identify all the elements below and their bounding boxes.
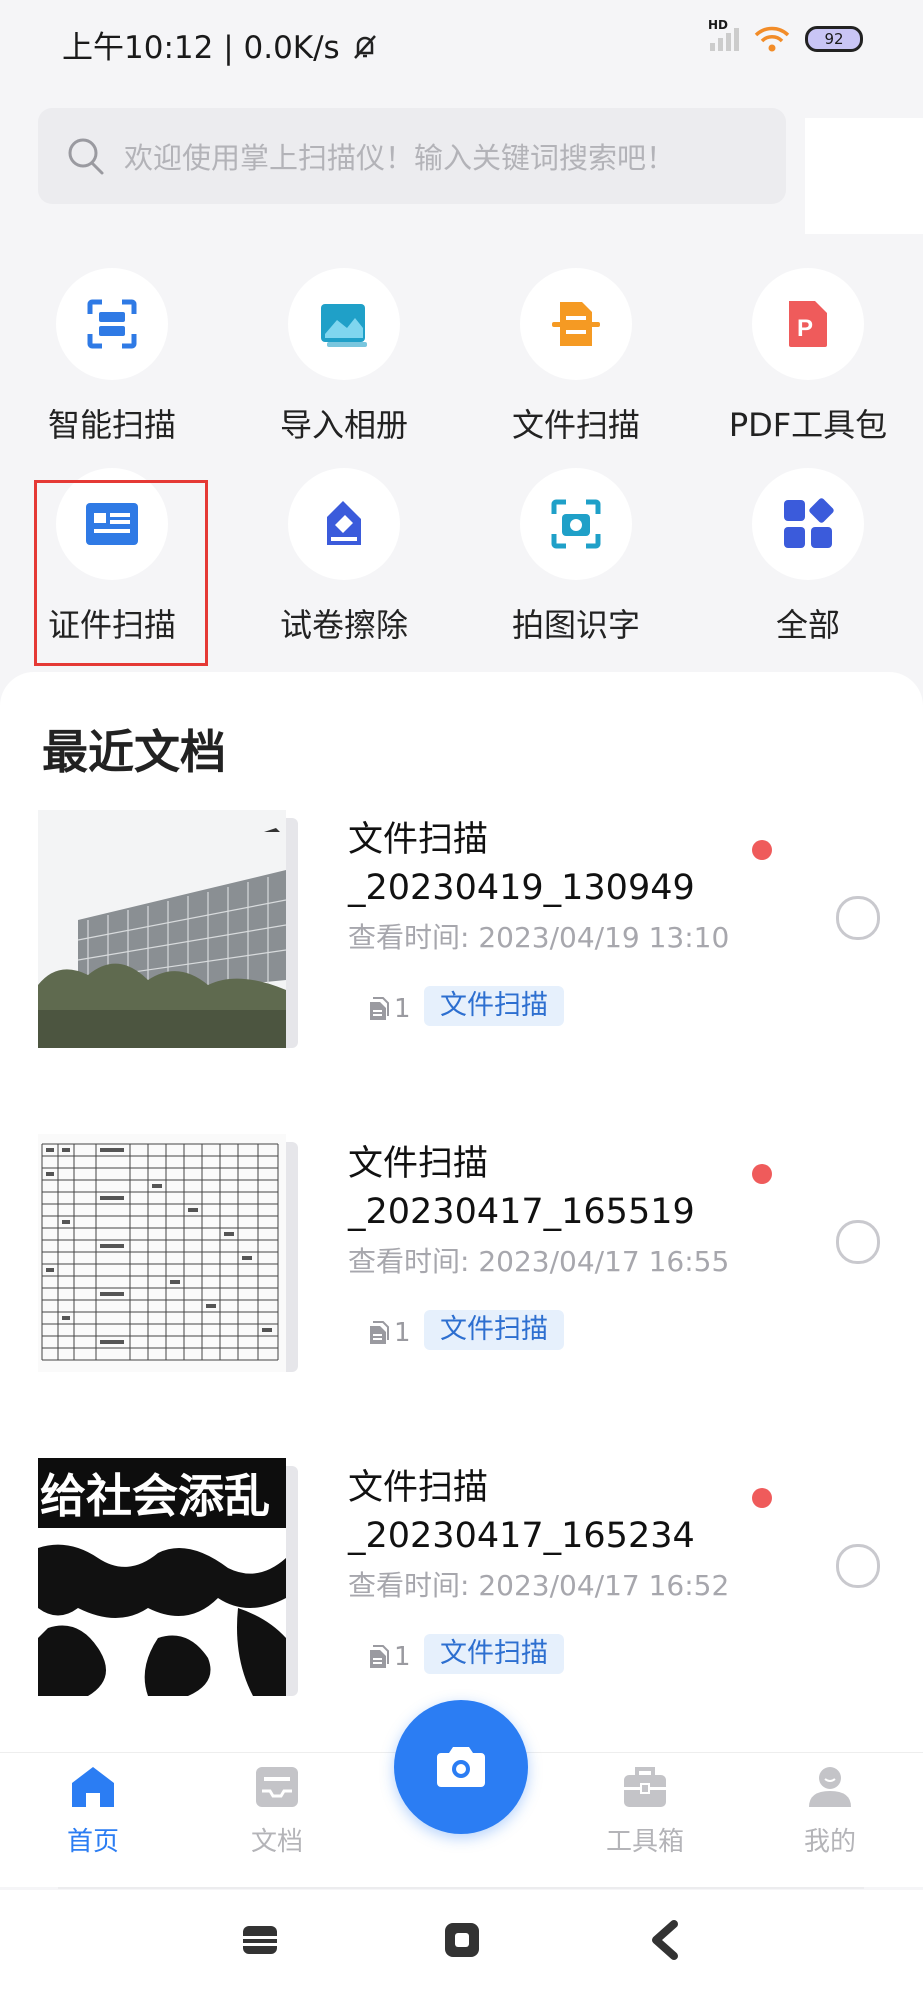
page-count: 1: [366, 1318, 411, 1348]
document-tag: 文件扫描: [424, 1634, 564, 1674]
mute-bell-icon: [353, 35, 376, 59]
unread-dot: [752, 1488, 772, 1508]
unread-dot: [752, 840, 772, 860]
svg-text:P: P: [797, 315, 813, 342]
search-icon: [68, 138, 104, 175]
camera-ocr-icon: [551, 499, 601, 549]
camera-icon: [437, 1747, 485, 1787]
page-count-icon: [370, 1321, 389, 1344]
document-item[interactable]: 文件扫描 _20230419_130949 查看时间: 2023/04/19 1…: [0, 810, 923, 1060]
shortcut-pdf-tools[interactable]: P PDF工具包: [698, 268, 918, 446]
search-bar[interactable]: 欢迎使用掌上扫描仪！输入关键词搜索吧！: [38, 108, 786, 204]
shortcut-file-scan[interactable]: 文件扫描: [466, 268, 686, 446]
tab-home[interactable]: 首页: [38, 1763, 148, 1858]
document-title: 文件扫描 _20230417_165234: [348, 1468, 695, 1556]
camera-scan-button[interactable]: [394, 1700, 528, 1834]
tab-divider: [58, 1887, 864, 1889]
home-nav-icon[interactable]: [442, 1920, 482, 1960]
shortcut-smart-scan[interactable]: 智能扫描: [2, 268, 222, 446]
page-count: 1: [366, 994, 411, 1024]
shortcut-paper-erase[interactable]: 试卷擦除: [234, 468, 454, 646]
select-radio[interactable]: [836, 896, 880, 940]
recent-documents-card: 最近文档 文件扫描 _20230419_130949 查看时间: 2023/04…: [0, 672, 923, 1752]
all-apps-icon: [784, 498, 834, 548]
status-time: 上午10:12 | 0.0K/s: [62, 22, 380, 67]
eraser-icon: [327, 501, 361, 545]
document-item[interactable]: 文件扫描 _20230417_165519 查看时间: 2023/04/17 1…: [0, 1134, 923, 1384]
tab-toolbox[interactable]: 工具箱: [590, 1763, 700, 1858]
unread-dot: [752, 1164, 772, 1184]
pdf-icon: P: [789, 301, 827, 347]
smart-scan-icon: [87, 299, 137, 349]
wifi-icon: [754, 26, 790, 52]
shortcut-all[interactable]: 全部: [698, 468, 918, 646]
document-view-time: 查看时间: 2023/04/17 16:55: [348, 1245, 730, 1278]
document-view-time: 查看时间: 2023/04/17 16:52: [348, 1569, 730, 1602]
document-view-time: 查看时间: 2023/04/19 13:10: [348, 921, 730, 954]
page-count-icon: [370, 1645, 389, 1668]
file-scan-icon: [552, 302, 600, 346]
recent-apps-icon[interactable]: [240, 1920, 280, 1960]
signal-icon: HD: [708, 18, 739, 51]
tab-profile[interactable]: 我的: [775, 1763, 885, 1858]
search-input[interactable]: 欢迎使用掌上扫描仪！输入关键词搜索吧！: [124, 135, 675, 177]
toolbox-icon: [624, 1767, 666, 1807]
shortcut-import-album[interactable]: 导入相册: [234, 268, 454, 446]
tab-documents[interactable]: 文档: [222, 1763, 332, 1858]
select-radio[interactable]: [836, 1544, 880, 1588]
thumbnail-text: 给社会添乱: [40, 1469, 270, 1523]
profile-icon: [809, 1767, 851, 1807]
shortcut-photo-ocr[interactable]: 拍图识字: [466, 468, 686, 646]
recent-title: 最近文档: [42, 725, 226, 779]
document-tag: 文件扫描: [424, 986, 564, 1026]
select-radio[interactable]: [836, 1220, 880, 1264]
document-title: 文件扫描 _20230417_165519: [348, 1144, 695, 1232]
document-thumbnail: 给社会添乱: [38, 1458, 286, 1696]
import-album-icon: [321, 304, 367, 347]
page-count-icon: [370, 997, 389, 1020]
status-bar: 上午10:12 | 0.0K/s HD 92: [0, 0, 923, 84]
document-title: 文件扫描 _20230419_130949: [348, 820, 695, 908]
document-thumbnail: [38, 1134, 286, 1372]
home-icon: [72, 1767, 114, 1807]
overlay-block: [805, 118, 923, 234]
battery-icon: 92: [805, 26, 863, 52]
documents-icon: [256, 1767, 298, 1807]
system-nav-bar: [0, 1890, 923, 2000]
page-count: 1: [366, 1642, 411, 1672]
document-item[interactable]: 给社会添乱 文件扫描 _20230417_165234 查看时间: 2023/0…: [0, 1458, 923, 1708]
back-nav-icon[interactable]: [648, 1920, 684, 1960]
document-thumbnail: [38, 810, 286, 1048]
selection-highlight: [34, 480, 208, 666]
document-tag: 文件扫描: [424, 1310, 564, 1350]
